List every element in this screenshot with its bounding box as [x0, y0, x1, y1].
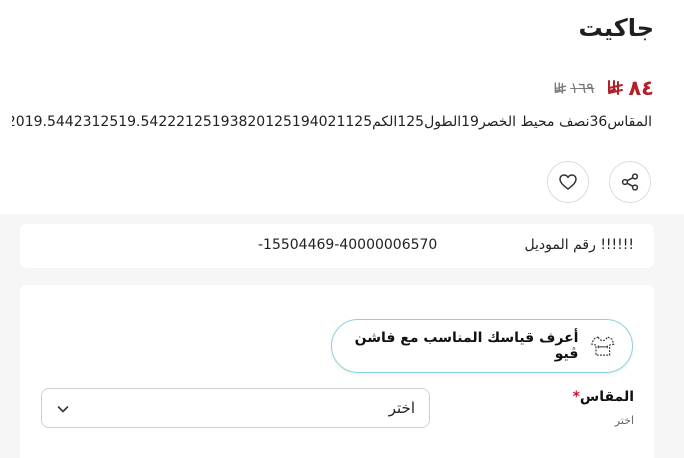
- price-row: ٨٤ ١٦٩: [553, 76, 654, 100]
- share-button[interactable]: [609, 161, 651, 203]
- riyal-icon: [554, 81, 567, 94]
- product-title: جاكيت: [578, 14, 654, 42]
- size-hint: اختر: [614, 414, 634, 427]
- riyal-icon: [608, 80, 624, 95]
- size-dropdown-value: اختر: [388, 399, 415, 417]
- size-dropdown[interactable]: اختر: [41, 388, 430, 428]
- fit-finder-button[interactable]: أعرف قياسك المناسب مع فاشن ڤيو: [331, 319, 633, 373]
- wishlist-button[interactable]: [547, 161, 589, 203]
- size-label: المقاس*: [569, 389, 634, 405]
- model-number-label: !!!!!! رقم الموديل: [524, 237, 634, 253]
- original-price: ١٦٩: [553, 79, 594, 97]
- model-number-value: -15504469-40000006570: [258, 237, 438, 253]
- heart-icon: [559, 174, 577, 190]
- tshirt-measure-icon: [591, 336, 615, 356]
- required-mark: *: [572, 389, 580, 405]
- original-price-value: ١٦٩: [570, 79, 595, 97]
- model-number-card: !!!!!! رقم الموديل -15504469-40000006570: [20, 224, 654, 268]
- product-description: المقاس36نصف محيط الخصر19الطول125الكم1938…: [12, 114, 652, 130]
- share-icon: [621, 173, 639, 191]
- current-price-value: ٨٤: [628, 76, 654, 100]
- current-price: ٨٤: [606, 76, 654, 100]
- fit-finder-label: أعرف قياسك المناسب مع فاشن ڤيو: [354, 330, 579, 362]
- size-label-text: المقاس: [579, 389, 634, 405]
- chevron-down-icon: [57, 406, 69, 413]
